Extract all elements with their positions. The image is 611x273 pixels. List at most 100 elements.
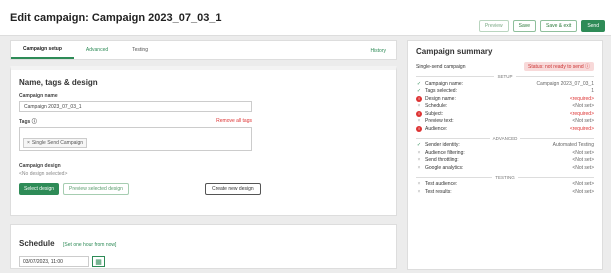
set-one-hour-link[interactable]: [Set one hour from now] [63, 242, 116, 248]
campaign-name-label: Campaign name [19, 93, 58, 99]
not-set-icon: × [417, 103, 421, 110]
preview-design-button[interactable]: Preview selected design [63, 183, 129, 195]
summary-row-label-group: × Google analytics: [416, 164, 464, 171]
error-icon: ! [416, 125, 422, 132]
tags-row: Tags ⓘ Remove all tags [19, 118, 252, 127]
summary-row-value: 1 [591, 88, 594, 95]
not-set-icon: × [417, 181, 421, 188]
summary-row: ! Subject: <required> [416, 110, 594, 118]
summary-row-value: <Not set> [572, 157, 594, 164]
tags-label: Tags ⓘ [19, 119, 37, 125]
not-set-icon: × [417, 118, 421, 125]
summary-row-label: Sender identity: [425, 142, 460, 149]
setup-rows: ✓ Campaign name: Campaign 2023_07_03_1 ✓ Tag… [416, 80, 594, 133]
preview-button[interactable]: Preview [478, 20, 509, 32]
page-title: Edit campaign: Campaign 2023_07_03_1 [10, 12, 222, 24]
schedule-date-input[interactable]: 03/07/2023, 11:00 [19, 256, 89, 267]
error-icon: ! [416, 95, 422, 102]
not-set-icon: × [417, 164, 421, 171]
summary-row: × Test results: <Not set> [416, 188, 594, 196]
testing-heading: TESTING [492, 174, 518, 180]
summary-row: × Audience filtering: <Not set> [416, 149, 594, 157]
summary-row-value: <Not set> [572, 181, 594, 188]
summary-row-label-group: ! Design name: [416, 95, 456, 102]
summary-row: ✓ Campaign name: Campaign 2023_07_03_1 [416, 80, 594, 88]
summary-type-row: Single-send campaign Status: not ready t… [416, 62, 594, 71]
date-row: 03/07/2023, 11:00 ▦ [19, 256, 388, 267]
summary-row-label: Schedule: [425, 103, 448, 110]
setup-divider: SETUP [416, 74, 594, 79]
create-design-button[interactable]: Create new design [204, 183, 261, 195]
summary-row-label-group: × Audience filtering: [416, 150, 465, 156]
select-design-button[interactable]: Select design [19, 183, 60, 195]
tag-chip: × Single Send Campaign [23, 138, 88, 148]
summary-row-value: <required> [569, 95, 594, 102]
not-set-icon: × [417, 157, 421, 164]
summary-row-label: Tags selected: [425, 88, 457, 95]
tags-input[interactable]: × Single Send Campaign [19, 127, 252, 151]
advanced-heading: ADVANCED [489, 135, 521, 141]
tab-bar: Campaign setup Advanced Testing History [10, 40, 397, 60]
remove-all-tags-link[interactable]: Remove all tags [216, 118, 252, 127]
top-bar: Edit campaign: Campaign 2023_07_03_1 Pre… [0, 0, 611, 36]
calendar-icon[interactable]: ▦ [92, 256, 105, 267]
summary-row-value: Automated Testing [552, 142, 594, 149]
summary-row-label-group: ! Audience: [416, 125, 448, 132]
check-icon: ✓ [416, 80, 422, 87]
summary-row-value: <Not set> [572, 103, 594, 110]
summary-row: × Google analytics: <Not set> [416, 164, 594, 172]
summary-row-value: <Not set> [572, 188, 594, 195]
name-tags-design-panel: Name, tags & design Campaign name Campai… [10, 66, 397, 216]
tab-history[interactable]: History [370, 48, 386, 54]
summary-row: × Send throttling: <Not set> [416, 157, 594, 165]
design-hint: <No design selected> [19, 171, 68, 177]
summary-row-label: Audience filtering: [425, 149, 465, 156]
campaign-editor: Campaign setup Advanced Testing History … [10, 40, 397, 269]
check-icon: ✓ [416, 88, 422, 95]
campaign-name-input[interactable]: Campaign 2023_07_03_1 [19, 101, 252, 112]
advanced-rows: ✓ Sender identity: Automated Testing × Audie… [416, 142, 594, 172]
schedule-title: Schedule [19, 239, 55, 248]
summary-row-label: Google analytics: [425, 164, 464, 171]
summary-title: Campaign summary [416, 47, 493, 56]
summary-row-label: Preview text: [425, 118, 454, 125]
setup-heading: SETUP [494, 74, 516, 79]
tag-chip-label: Single Send Campaign [31, 140, 84, 146]
summary-row-label: Audience: [425, 125, 448, 132]
summary-row-label-group: × Send throttling: [416, 157, 459, 163]
schedule-panel: Schedule [Set one hour from now] 03/07/2… [10, 224, 397, 269]
summary-row: × Test audience: <Not set> [416, 181, 594, 189]
tab-campaign-setup[interactable]: Campaign setup [11, 41, 74, 59]
summary-row-label-group: ✓ Sender identity: [416, 142, 460, 148]
campaign-design-label: Campaign design [19, 163, 61, 169]
tab-testing[interactable]: Testing [120, 41, 160, 59]
summary-row-value: Campaign 2023_07_03_1 [536, 80, 594, 87]
summary-row-label-group: × Test results: [416, 189, 452, 195]
send-button[interactable]: Send [581, 20, 605, 32]
summary-row: × Preview text: <Not set> [416, 118, 594, 126]
section-title: Name, tags & design [19, 78, 98, 87]
summary-row-label-group: × Preview text: [416, 118, 454, 124]
error-icon: ! [416, 110, 422, 117]
summary-row-value: <Not set> [572, 164, 594, 171]
summary-row-label: Test audience: [425, 181, 458, 188]
summary-row-label-group: ✓ Tags selected: [416, 88, 457, 94]
summary-row-label-group: ✓ Campaign name: [416, 81, 463, 87]
status-badge: Status: not ready to send ⓘ [524, 62, 594, 71]
save-button[interactable]: Save [512, 20, 537, 32]
not-set-icon: × [417, 188, 421, 195]
summary-row-label-group: ! Subject: [416, 110, 444, 117]
save-exit-button[interactable]: Save & exit [540, 20, 578, 32]
summary-row: × Schedule: <Not set> [416, 103, 594, 111]
summary-row: ✓ Sender identity: Automated Testing [416, 142, 594, 150]
summary-row-label: Test results: [425, 188, 452, 195]
summary-row-label: Design name: [425, 95, 456, 102]
summary-row: ✓ Tags selected: 1 [416, 88, 594, 96]
remove-tag-icon[interactable]: × [27, 140, 30, 146]
campaign-summary-panel: Campaign summary Single-send campaign St… [407, 40, 603, 270]
summary-row-label: Subject: [425, 110, 444, 117]
summary-row-label: Send throttling: [425, 157, 459, 164]
tab-advanced[interactable]: Advanced [74, 41, 120, 59]
advanced-divider: ADVANCED [416, 135, 594, 141]
summary-row-value: <required> [569, 125, 594, 132]
